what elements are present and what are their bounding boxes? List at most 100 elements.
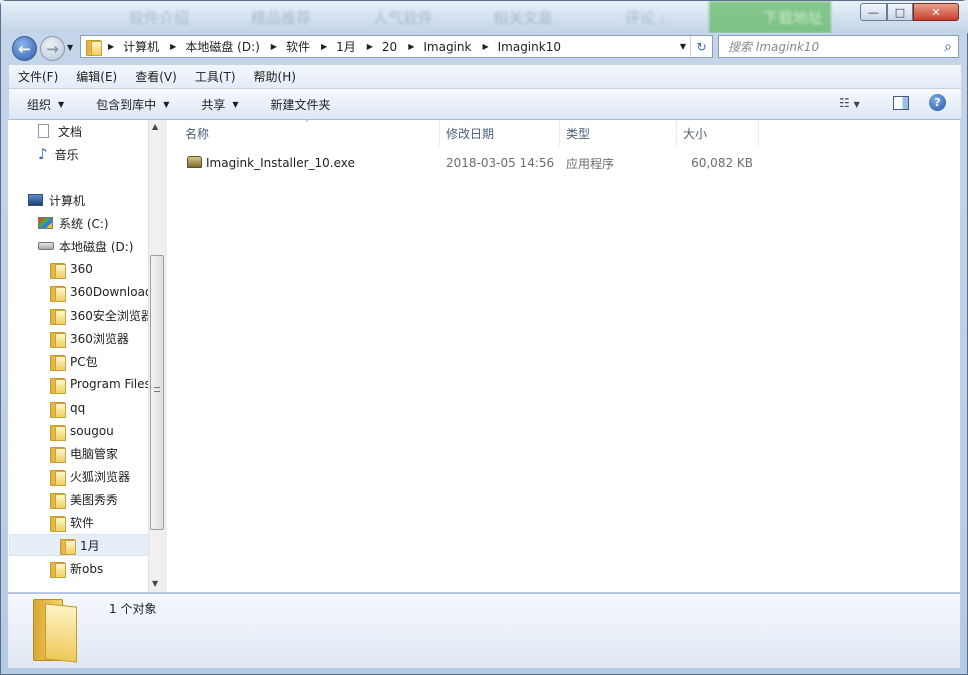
- organize-button[interactable]: 组织 ▼: [9, 92, 78, 116]
- nav-folder[interactable]: Program Files: [50, 373, 151, 395]
- installer-icon: [187, 156, 202, 168]
- folder-label: PC包: [70, 354, 98, 369]
- new-folder-button[interactable]: 新建文件夹: [253, 92, 345, 116]
- folder-icon: [60, 538, 76, 555]
- breadcrumb-item[interactable]: Imagink10: [494, 36, 565, 57]
- column-header-modified[interactable]: 修改日期: [440, 120, 560, 146]
- music-icon: ♪: [38, 145, 48, 163]
- folder-icon: [50, 446, 66, 463]
- scroll-up-icon[interactable]: ▲: [152, 122, 158, 131]
- breadcrumb-item[interactable]: 1月: [332, 36, 360, 57]
- scroll-thumb[interactable]: [150, 255, 164, 530]
- menu-help[interactable]: 帮助(H): [245, 66, 305, 88]
- column-header-size[interactable]: 大小: [677, 120, 759, 146]
- nav-folder[interactable]: 软件: [50, 511, 94, 533]
- nav-drive-c[interactable]: 系统 (C:): [38, 212, 109, 234]
- folder-label: qq: [70, 401, 86, 415]
- column-header-name[interactable]: 名称: [179, 120, 440, 146]
- breadcrumb-item[interactable]: 软件: [282, 36, 314, 57]
- share-label: 共享: [201, 97, 226, 112]
- navigation-pane: 文档 ♪ 音乐 计算机 系统 (C:) 本地磁盘 (D:) 360 360Down…: [8, 120, 165, 592]
- ghost-text: 人气软件: [373, 9, 434, 27]
- folder-label: 火狐浏览器: [70, 469, 131, 484]
- organize-label: 组织: [27, 97, 52, 112]
- chevron-right-icon[interactable]: ▶: [360, 42, 378, 51]
- folder-icon: [50, 401, 66, 418]
- nav-folder-selected[interactable]: 1月: [9, 534, 149, 556]
- column-header-type[interactable]: 类型: [560, 120, 677, 146]
- address-bar[interactable]: ▶ 计算机 ▶ 本地磁盘 (D:) ▶ 软件 ▶ 1月 ▶ 20 ▶ Imagi…: [80, 35, 713, 58]
- nav-music[interactable]: ♪ 音乐: [38, 143, 79, 165]
- windows-drive-icon: [38, 217, 53, 229]
- chevron-down-icon: ▼: [163, 99, 170, 109]
- folder-label: 360安全浏览器: [70, 308, 153, 323]
- ghost-text: 评论 :: [625, 9, 665, 27]
- menu-file[interactable]: 文件(F): [9, 66, 67, 88]
- nav-scrollbar[interactable]: ▲ ▼: [148, 120, 165, 592]
- refresh-icon[interactable]: ↻: [690, 36, 712, 57]
- file-size: 60,082 KB: [691, 156, 753, 170]
- chevron-right-icon[interactable]: ▶: [163, 42, 181, 51]
- ghost-text: 相关文章: [493, 9, 554, 27]
- view-options-icon[interactable]: ☷ ▼: [839, 96, 860, 110]
- folder-icon: [50, 354, 66, 371]
- address-history-dropdown[interactable]: ▼: [680, 42, 690, 51]
- menu-tools[interactable]: 工具(T): [186, 66, 245, 88]
- search-icon[interactable]: ⌕: [944, 39, 952, 55]
- nav-folder[interactable]: qq: [50, 397, 85, 419]
- search-input[interactable]: 搜索 Imagink10 ⌕: [718, 35, 959, 58]
- breadcrumb-item[interactable]: 本地磁盘 (D:): [181, 36, 263, 57]
- nav-folder[interactable]: 美图秀秀: [50, 488, 118, 510]
- folder-label: 美图秀秀: [70, 492, 119, 507]
- nav-folder[interactable]: 360浏览器: [50, 327, 129, 349]
- forward-button[interactable]: →: [40, 36, 65, 61]
- nav-computer[interactable]: 计算机: [28, 189, 85, 211]
- menu-edit[interactable]: 编辑(E): [67, 66, 126, 88]
- folder-label: 360: [70, 262, 93, 276]
- folder-label: sougou: [70, 424, 114, 438]
- chevron-down-icon: ▼: [58, 99, 65, 109]
- folder-icon: [50, 308, 66, 325]
- breadcrumb-item[interactable]: 计算机: [119, 36, 163, 57]
- nav-drive-d[interactable]: 本地磁盘 (D:): [38, 235, 133, 257]
- breadcrumb-item[interactable]: 20: [378, 36, 401, 57]
- include-in-library-button[interactable]: 包含到库中 ▼: [78, 92, 183, 116]
- share-button[interactable]: 共享 ▼: [183, 92, 252, 116]
- nav-folder[interactable]: PC包: [50, 350, 98, 372]
- nav-folder[interactable]: 火狐浏览器: [50, 465, 130, 487]
- chevron-right-icon[interactable]: ▶: [401, 42, 419, 51]
- nav-folder[interactable]: 360: [50, 258, 93, 280]
- folder-icon: [50, 424, 66, 441]
- nav-drive-d-label: 本地磁盘 (D:): [59, 239, 134, 254]
- breadcrumb-item[interactable]: Imagink: [419, 36, 475, 57]
- folder-icon: [50, 469, 66, 486]
- item-count: 1 个对象: [109, 602, 157, 616]
- chevron-right-icon[interactable]: ▶: [314, 42, 332, 51]
- include-label: 包含到库中: [96, 97, 157, 112]
- ghost-text: 下载地址: [763, 9, 824, 27]
- minimize-button[interactable]: —: [860, 3, 887, 21]
- search-placeholder: 搜索 Imagink10: [728, 40, 820, 54]
- close-button[interactable]: ✕: [913, 3, 959, 21]
- recent-pages-dropdown[interactable]: ▼: [67, 43, 73, 52]
- folder-label: 新obs: [70, 561, 104, 576]
- nav-folder[interactable]: 新obs: [50, 557, 103, 579]
- nav-folder[interactable]: 360Download: [50, 281, 153, 303]
- back-button[interactable]: ←: [12, 36, 37, 61]
- details-pane: 1 个对象: [8, 593, 960, 668]
- ghost-text: 软件介绍: [129, 9, 190, 27]
- scroll-down-icon[interactable]: ▼: [152, 579, 158, 588]
- nav-folder[interactable]: 电脑管家: [50, 442, 118, 464]
- chevron-right-icon[interactable]: ▶: [101, 42, 119, 51]
- menu-view[interactable]: 查看(V): [126, 66, 186, 88]
- folder-icon: [50, 262, 66, 279]
- chevron-right-icon[interactable]: ▶: [264, 42, 282, 51]
- nav-folder[interactable]: sougou: [50, 420, 114, 442]
- maximize-button[interactable]: □: [887, 3, 913, 21]
- nav-folder[interactable]: 360安全浏览器: [50, 304, 153, 326]
- preview-pane-icon[interactable]: [893, 96, 909, 110]
- help-icon[interactable]: ?: [929, 94, 946, 111]
- chevron-right-icon[interactable]: ▶: [475, 42, 493, 51]
- nav-music-label: 音乐: [54, 147, 79, 162]
- nav-documents[interactable]: 文档: [38, 120, 82, 142]
